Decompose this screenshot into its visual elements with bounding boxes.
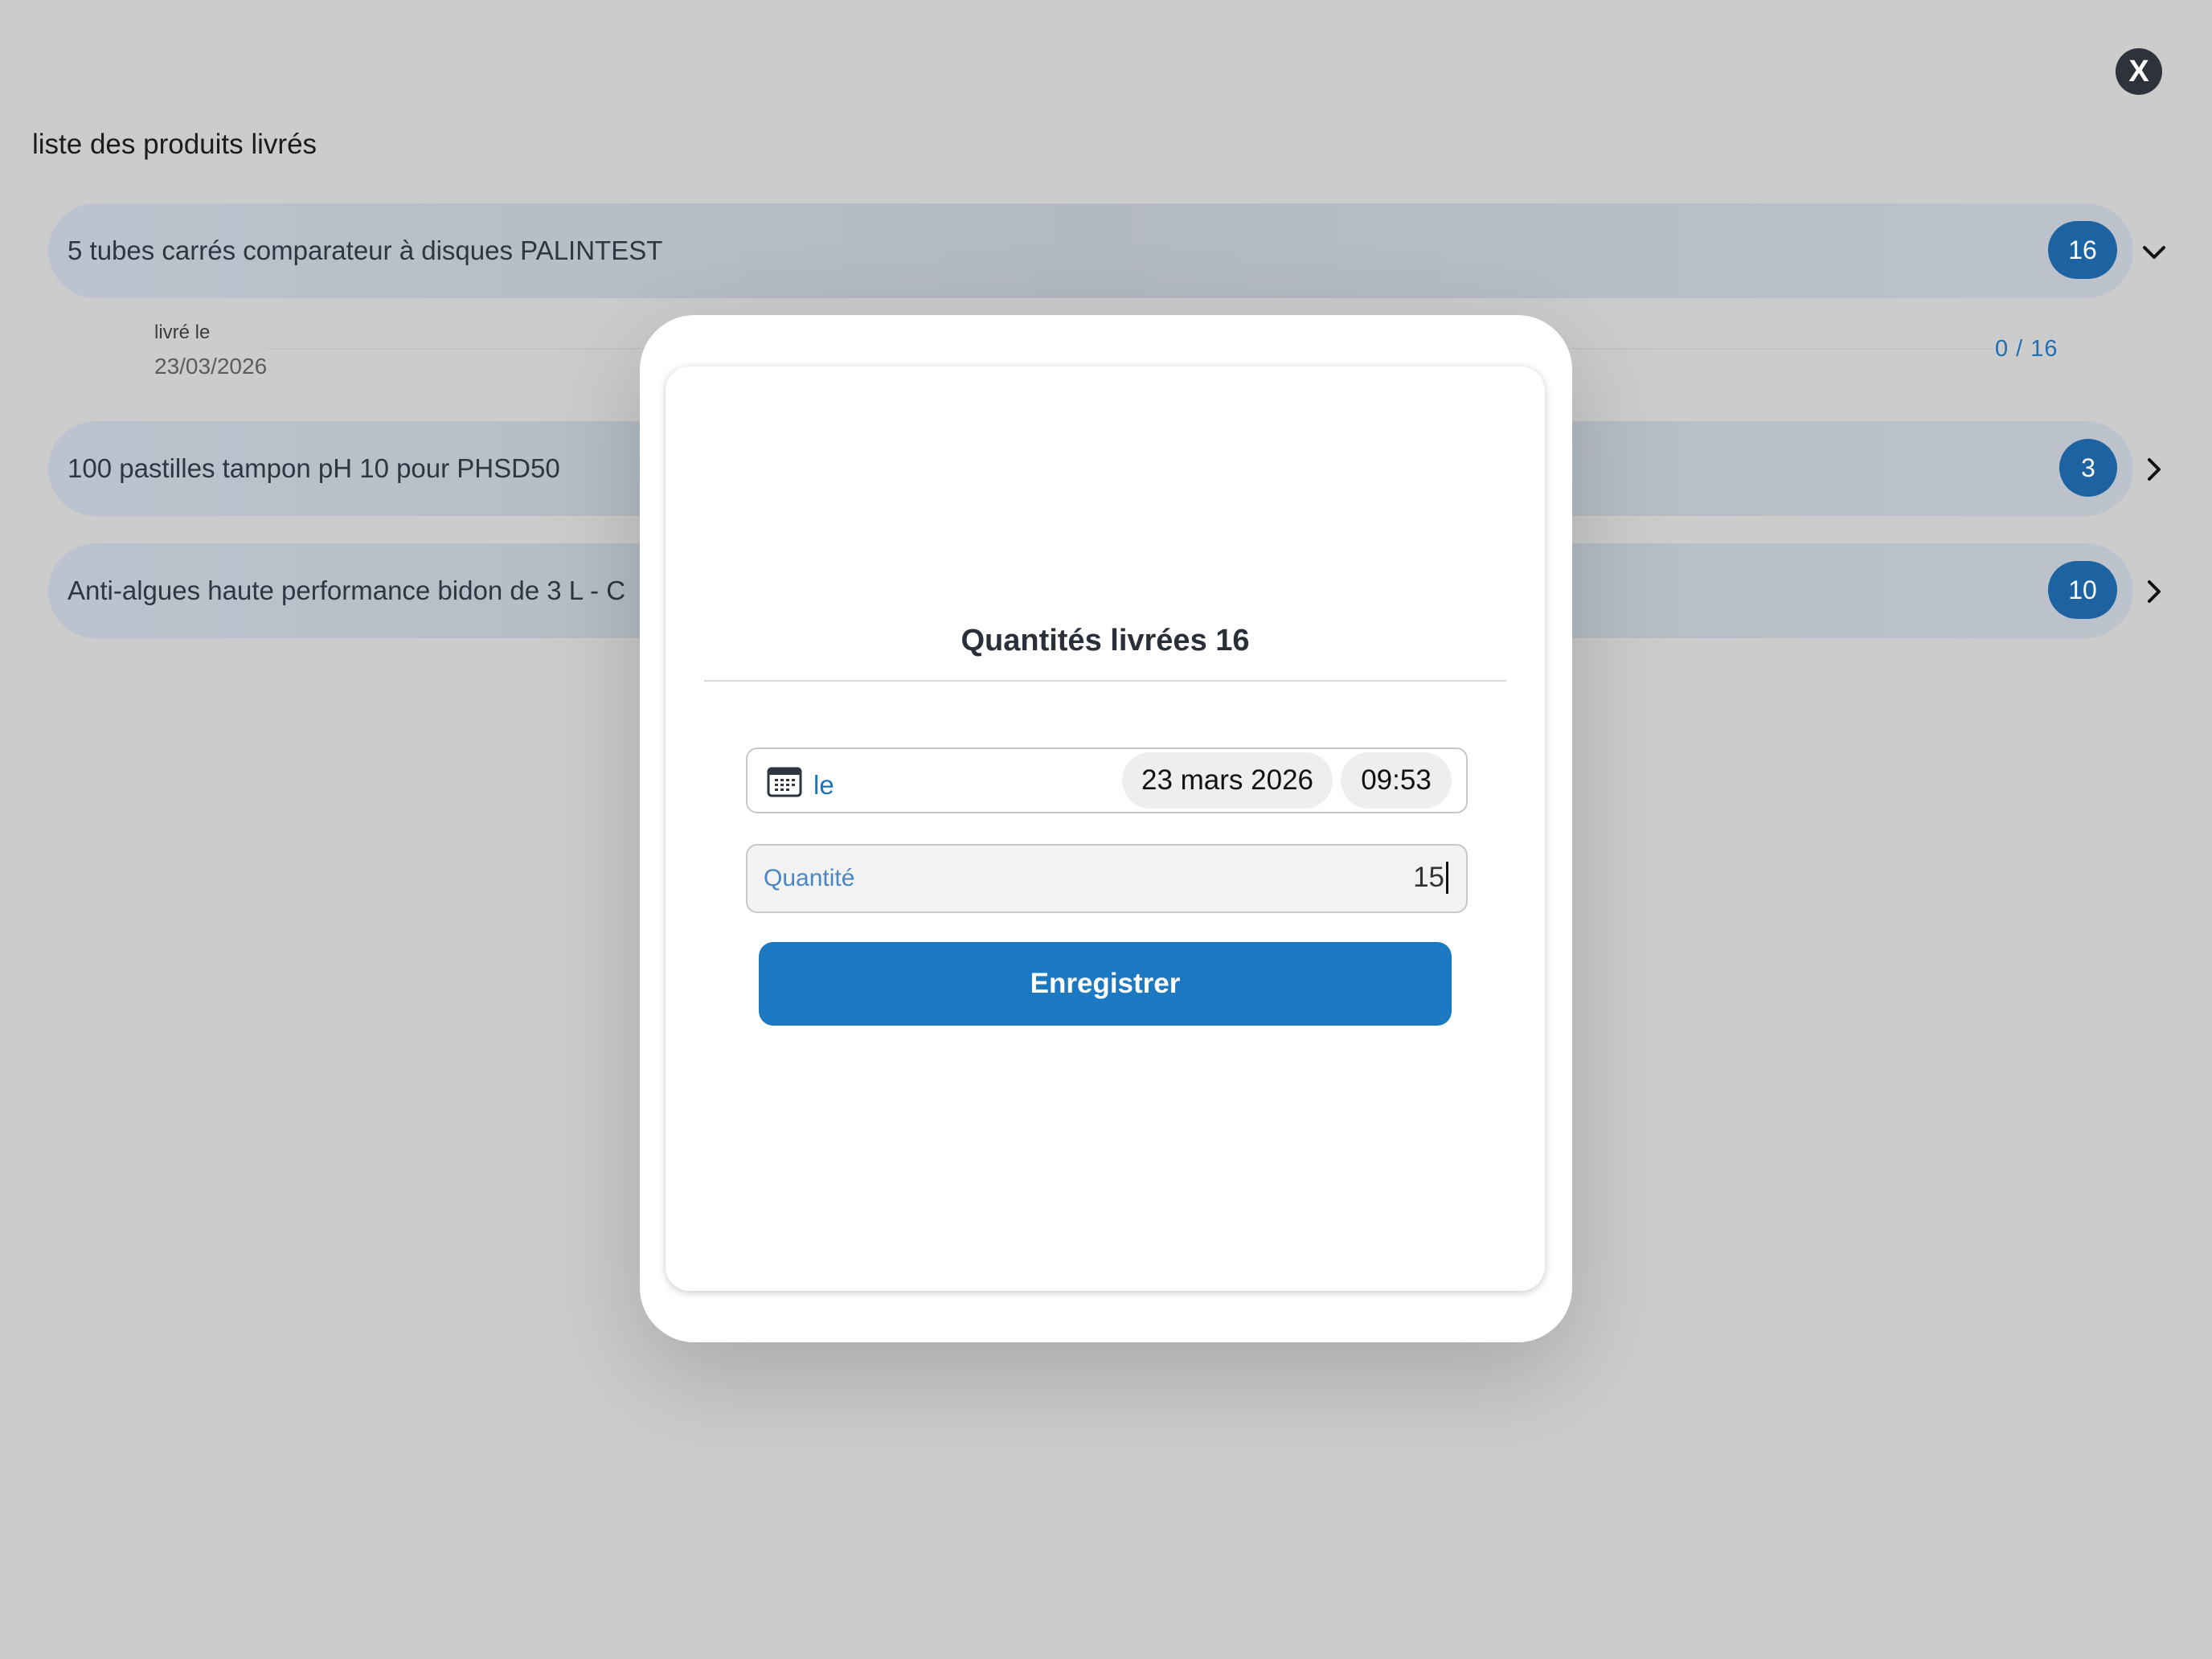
delivery-date: 23/03/2026 <box>154 354 268 379</box>
modal-title: Quantités livrées 16 <box>961 624 1250 657</box>
product-name: 5 tubes carrés comparateur à disques PAL… <box>68 236 663 265</box>
quantity-label: Quantité <box>764 865 855 891</box>
quantity-badge: 10 <box>2048 561 2117 619</box>
chevron-right-icon[interactable] <box>2138 576 2170 608</box>
product-name: Anti-algues haute performance bidon de 3… <box>68 576 626 605</box>
page-title: liste des produits livrés <box>32 129 317 160</box>
time-picker-button[interactable]: 09:53 <box>1341 752 1452 809</box>
close-button[interactable]: X <box>2116 48 2162 95</box>
calendar-icon <box>767 765 802 797</box>
product-name: 100 pastilles tampon pH 10 pour PHSD50 <box>68 453 560 483</box>
chevron-down-icon[interactable] <box>2138 236 2170 268</box>
modal-card: Quantités livrées 16 le 23 mars 2026 09:… <box>666 367 1545 1291</box>
chevron-right-icon[interactable] <box>2138 453 2170 485</box>
delivery-entry: livré le 23/03/2026 <box>154 322 267 379</box>
delivery-progress: 0 / 16 <box>1995 336 2058 362</box>
quantity-badge: 3 <box>2059 439 2117 497</box>
date-label: le <box>813 770 834 800</box>
date-field[interactable]: le 23 mars 2026 09:53 <box>746 748 1468 813</box>
modal-divider <box>704 680 1506 682</box>
save-button[interactable]: Enregistrer <box>759 942 1452 1026</box>
date-picker-button[interactable]: 23 mars 2026 <box>1122 752 1333 809</box>
quantity-field[interactable]: Quantité 15 <box>746 844 1468 913</box>
delivery-label: livré le <box>154 322 211 343</box>
modal: Quantités livrées 16 le 23 mars 2026 09:… <box>640 315 1572 1342</box>
quantity-badge: 16 <box>2048 221 2117 279</box>
product-row[interactable]: 5 tubes carrés comparateur à disques PAL… <box>48 203 2133 298</box>
quantity-input[interactable]: 15 <box>1413 862 1448 894</box>
